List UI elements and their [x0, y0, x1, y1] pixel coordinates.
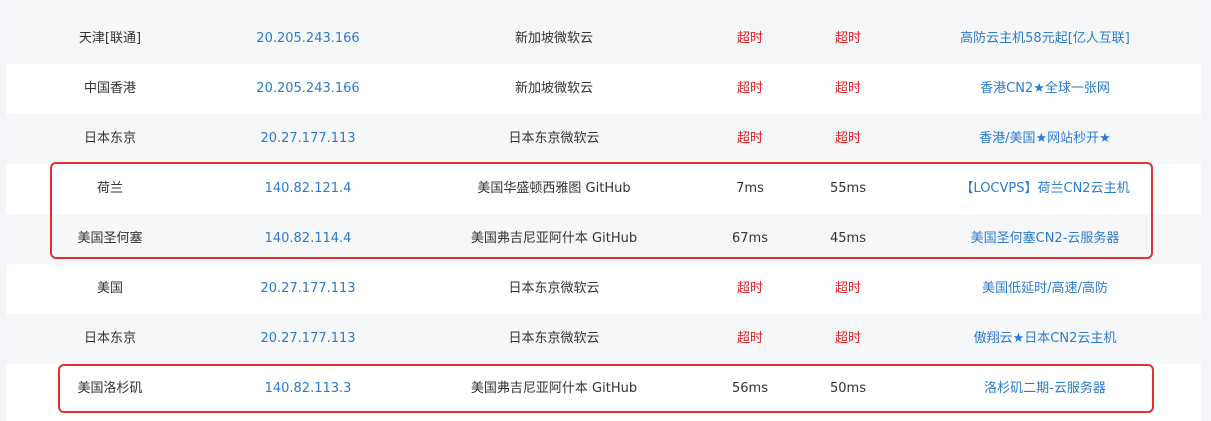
- table-row: 日本东京 20.27.177.113 日本东京微软云 超时 超时 香港/美国★网…: [6, 114, 1201, 164]
- ad-link[interactable]: 香港/美国★网站秒开★: [979, 114, 1111, 164]
- location-cell: 荷兰: [96, 181, 124, 196]
- ping-result-cell: 50ms: [830, 381, 866, 396]
- ping-result-cell: 超时: [736, 31, 764, 46]
- table-row: 天津[联通] 20.205.243.166 新加坡微软云 超时 超时 高防云主机…: [6, 14, 1201, 64]
- ping-result-cell: 7ms: [736, 181, 764, 196]
- ad-link[interactable]: 洛杉矶二期-云服务器: [984, 364, 1106, 414]
- location-cell: 美国圣何塞: [77, 231, 143, 246]
- ip-link[interactable]: 140.82.121.4: [265, 164, 352, 214]
- ip-location-cell: 日本东京微软云: [508, 281, 600, 296]
- ad-link[interactable]: 傲翔云★日本CN2云主机: [974, 314, 1117, 364]
- ping-result-cell: 超时: [834, 131, 862, 146]
- location-cell: 美国: [96, 281, 124, 296]
- ip-link[interactable]: 20.205.243.166: [256, 14, 359, 64]
- ip-location-cell: 新加坡微软云: [514, 31, 594, 46]
- ping-result-cell: 55ms: [830, 181, 866, 196]
- ad-link[interactable]: 高防云主机58元起[亿人互联]: [960, 14, 1130, 64]
- ping-result-cell: 56ms: [732, 381, 768, 396]
- location-cell: 日本东京: [83, 331, 137, 346]
- ip-location-cell: 日本东京微软云: [508, 331, 600, 346]
- ping-result-cell: 超时: [834, 281, 862, 296]
- ping-result-cell: 超时: [736, 131, 764, 146]
- ping-result-cell: 超时: [736, 331, 764, 346]
- ip-link[interactable]: 140.82.113.3: [265, 364, 352, 414]
- ip-location-cell: 美国弗吉尼亚阿什本 GitHub: [470, 381, 638, 396]
- ping-result-cell: 超时: [736, 81, 764, 96]
- ip-link[interactable]: 20.27.177.113: [260, 264, 355, 314]
- ping-results-table: 天津[联通] 20.205.243.166 新加坡微软云 超时 超时 高防云主机…: [6, 0, 1201, 421]
- ping-result-cell: 45ms: [830, 231, 866, 246]
- ip-location-cell: 新加坡微软云: [514, 81, 594, 96]
- location-cell: 天津[联通]: [78, 31, 142, 46]
- ad-link[interactable]: 美国圣何塞CN2-云服务器: [971, 214, 1120, 264]
- ip-link[interactable]: 20.27.177.113: [260, 114, 355, 164]
- ad-link[interactable]: 香港CN2★全球一张网: [980, 64, 1110, 114]
- ad-link[interactable]: 【LOCVPS】荷兰CN2云主机: [960, 164, 1129, 214]
- ping-result-cell: 超时: [736, 281, 764, 296]
- ip-link[interactable]: 20.205.243.166: [256, 64, 359, 114]
- ping-result-cell: 超时: [834, 31, 862, 46]
- ad-link[interactable]: 美国低延时/高速/高防: [982, 264, 1108, 314]
- ip-location-cell: 日本东京微软云: [508, 131, 600, 146]
- table-row: 美国洛杉矶 140.82.113.3 美国弗吉尼亚阿什本 GitHub 56ms…: [6, 364, 1201, 414]
- table-row: 美国圣何塞 140.82.114.4 美国弗吉尼亚阿什本 GitHub 67ms…: [6, 214, 1201, 264]
- ping-result-cell: 67ms: [732, 231, 768, 246]
- ping-result-cell: 超时: [834, 81, 862, 96]
- table-row: 荷兰 140.82.121.4 美国华盛顿西雅图 GitHub 7ms 55ms…: [6, 164, 1201, 214]
- table-row: 日本东京 20.27.177.113 日本东京微软云 超时 超时 傲翔云★日本C…: [6, 314, 1201, 364]
- location-cell: 日本东京: [83, 131, 137, 146]
- table-row: 中国香港 20.205.243.166 新加坡微软云 超时 超时 香港CN2★全…: [6, 64, 1201, 114]
- ip-location-cell: 美国华盛顿西雅图 GitHub: [477, 181, 631, 196]
- location-cell: 美国洛杉矶: [77, 381, 143, 396]
- table-top-strip: [6, 0, 1201, 14]
- location-cell: 中国香港: [83, 81, 137, 96]
- table-row: 美国 20.27.177.113 日本东京微软云 超时 超时 美国低延时/高速/…: [6, 264, 1201, 314]
- ip-location-cell: 美国弗吉尼亚阿什本 GitHub: [470, 231, 638, 246]
- ip-link[interactable]: 140.82.114.4: [265, 214, 352, 264]
- ping-result-cell: 超时: [834, 331, 862, 346]
- ip-link[interactable]: 20.27.177.113: [260, 314, 355, 364]
